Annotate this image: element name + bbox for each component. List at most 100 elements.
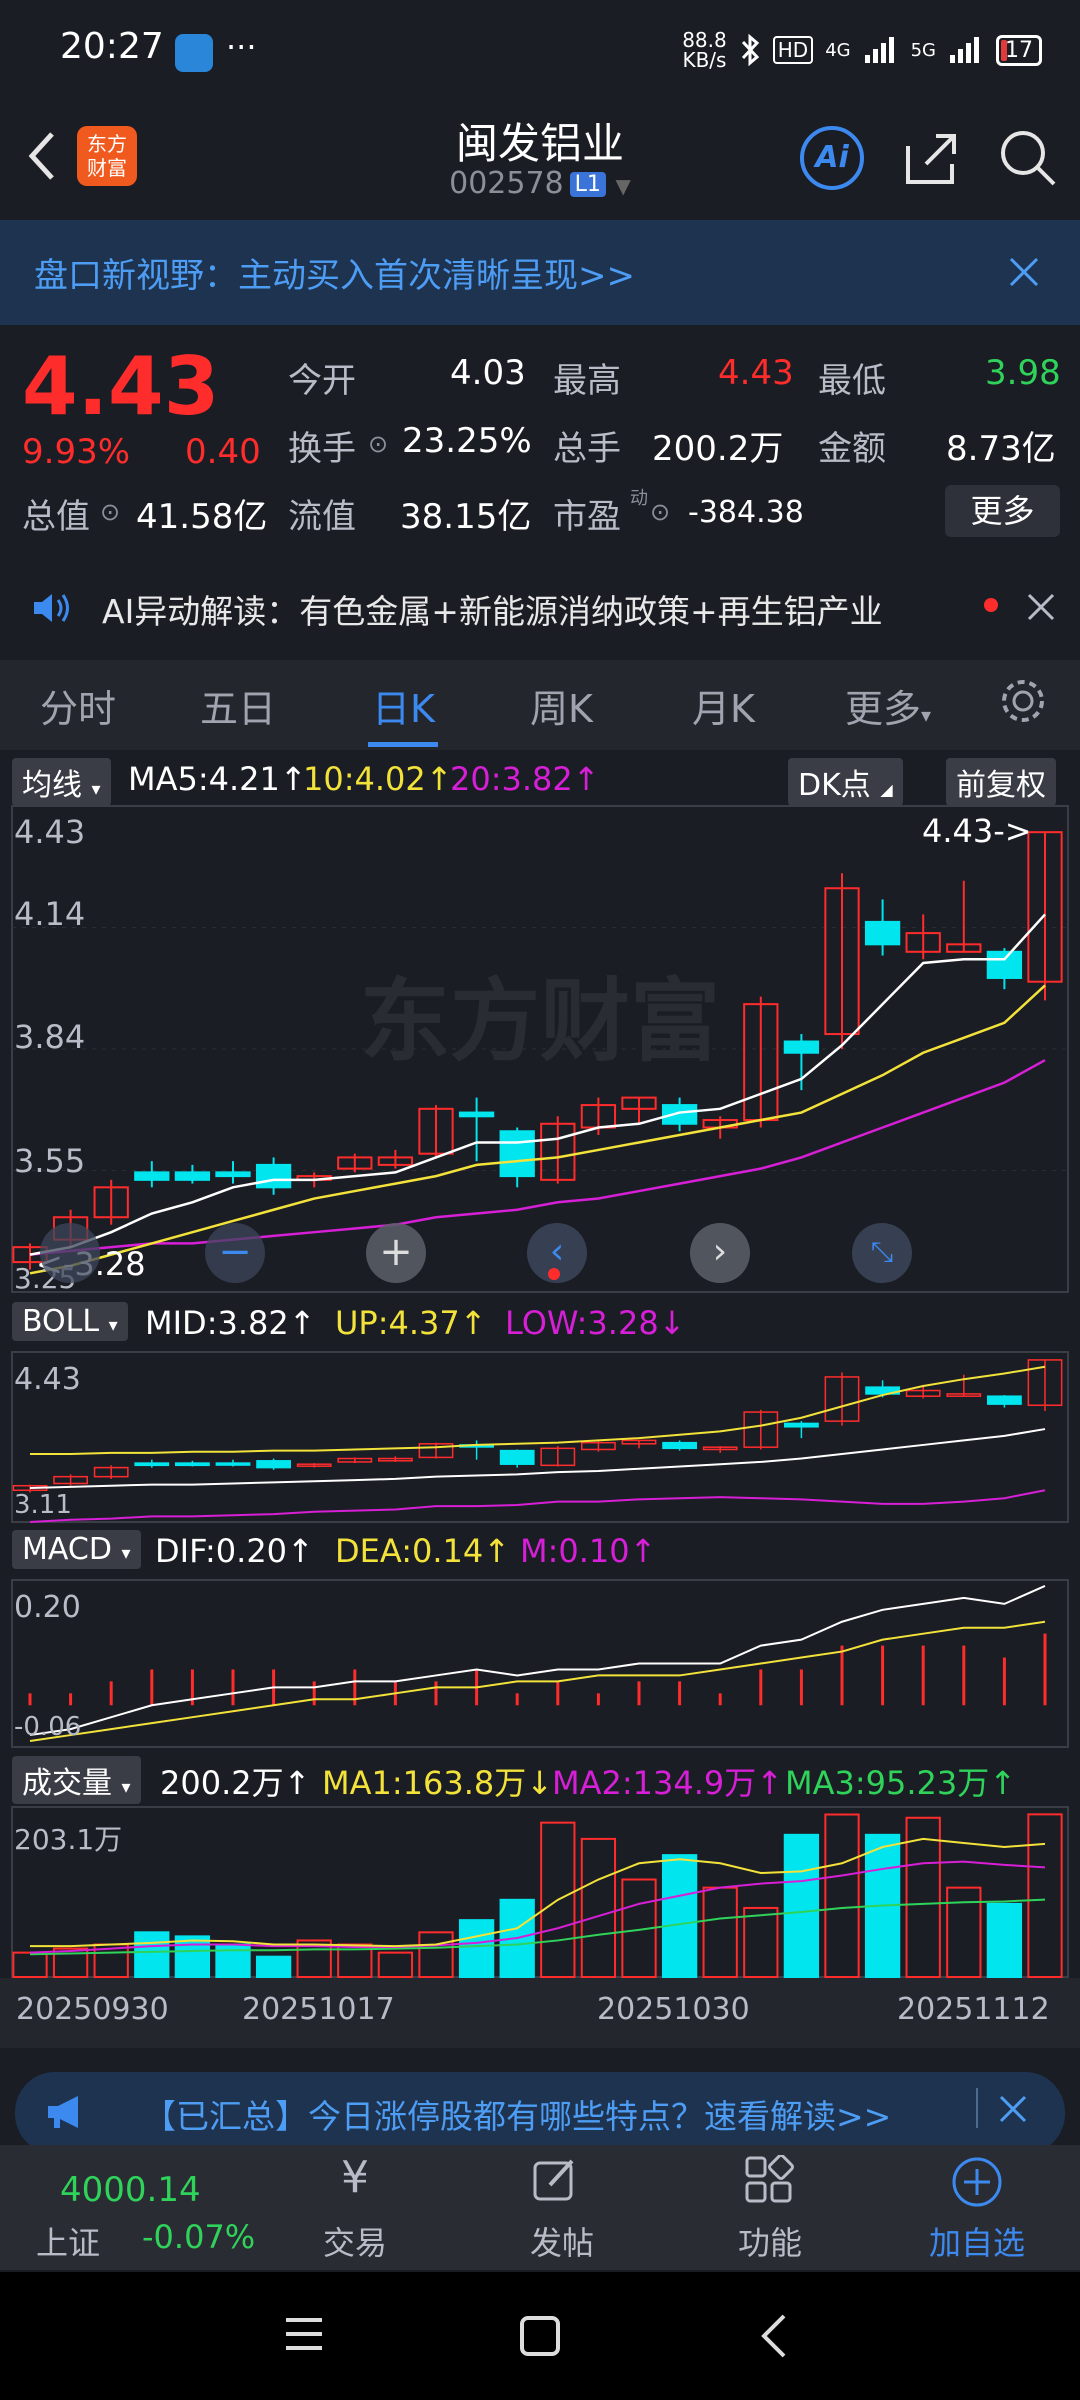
volume-bar <box>418 1931 454 1979</box>
volume-bar <box>134 1931 170 1979</box>
home-icon[interactable] <box>518 2314 562 2358</box>
tab-more-label: 更多 <box>845 687 922 731</box>
zoom-in-button[interactable]: + <box>366 1223 426 1283</box>
candle-body <box>134 1171 170 1181</box>
turnover-value: 23.25% <box>402 421 532 461</box>
zoom-out-button[interactable]: − <box>205 1223 265 1283</box>
net-speed-value: 88.8 <box>682 28 727 52</box>
kline-svg[interactable]: 东方财富 <box>0 752 1080 2052</box>
ai-insight-text[interactable]: AI异动解读：有色金属+新能源消纳政策+再生铝产业 <box>102 585 883 633</box>
volume-bar <box>824 1813 860 1978</box>
boll-low-line <box>29 1489 1046 1523</box>
y-label-top: 4.43 <box>14 813 86 851</box>
pe-value: -384.38 <box>688 495 804 530</box>
candle-body <box>215 1171 251 1178</box>
promo-banner-text[interactable]: 盘口新视野：主动买入首次清晰呈现>> <box>34 248 635 297</box>
toolbar-post[interactable]: 发帖 <box>492 2218 632 2264</box>
toolbar-function[interactable]: 功能 <box>700 2218 840 2264</box>
chevron-down-icon: ▾ <box>108 1315 118 1336</box>
boll-up-label: UP:4.37↑ <box>335 1304 487 1342</box>
date-label-3: 20251030 <box>597 1992 750 2027</box>
macd-selector[interactable]: MACD ▾ <box>12 1530 141 1569</box>
post-edit-icon[interactable] <box>530 2155 580 2205</box>
add-watchlist-icon[interactable] <box>950 2155 1004 2209</box>
scroll-left-button[interactable] <box>40 1223 100 1283</box>
function-grid-icon[interactable] <box>744 2155 794 2205</box>
menu-icon[interactable] <box>282 2314 326 2354</box>
news-banner-text[interactable]: 【已汇总】今日涨停股都有哪些特点？速看解读>> <box>143 2090 891 2138</box>
volume-bar <box>986 1902 1023 1978</box>
fullscreen-icon[interactable]: ⤡ <box>852 1223 912 1283</box>
index-name[interactable]: 上证 <box>36 2218 100 2264</box>
boll-selector-label: BOLL <box>22 1304 100 1339</box>
candle-body <box>783 1040 820 1054</box>
next-candle-button[interactable]: › <box>690 1223 750 1283</box>
volume-bar <box>580 1837 617 1979</box>
volume-selector-label: 成交量 <box>22 1766 112 1801</box>
low-value: 3.98 <box>985 353 1061 393</box>
tab-intraday[interactable]: 分时 <box>40 678 116 733</box>
open-label: 今开 <box>288 361 356 401</box>
trade-icon[interactable]: ¥ <box>285 2152 425 2203</box>
bluetooth-icon <box>741 33 759 67</box>
ai-icon[interactable]: Ai <box>800 126 864 190</box>
mktcap-label: 总值 <box>22 497 90 537</box>
info-icon[interactable]: ⊙ <box>100 498 120 526</box>
volume-bar <box>255 1955 292 1979</box>
close-icon[interactable] <box>1008 256 1040 288</box>
stock-code: 002578 <box>449 166 564 201</box>
app-notification-icon <box>175 34 213 72</box>
boll-y-bottom: 3.11 <box>14 1490 72 1520</box>
volume-value: 200.2万 <box>652 429 784 469</box>
macd-dif-label: DIF:0.20↑ <box>155 1532 314 1570</box>
info-icon[interactable]: ⊙ <box>368 430 388 458</box>
unread-dot <box>984 598 998 612</box>
watermark: 东方财富 <box>360 969 720 1074</box>
open-value: 4.03 <box>450 353 526 393</box>
macd-y-bottom: -0.06 <box>14 1712 82 1742</box>
pe-label: 市盈 <box>553 497 621 537</box>
boll-up-line <box>30 1365 1046 1455</box>
indicator-dot <box>548 1268 560 1280</box>
tab-daily-k[interactable]: 日K <box>372 678 435 733</box>
boll-candle-body <box>499 1449 535 1465</box>
close-icon[interactable] <box>1026 592 1056 622</box>
tab-monthly-k[interactable]: 月K <box>692 678 755 733</box>
net-4g-label: 4G <box>825 39 851 61</box>
boll-selector[interactable]: BOLL ▾ <box>12 1302 128 1341</box>
index-change[interactable]: -0.07% <box>142 2218 255 2256</box>
vol-y-top: 203.1万 <box>14 1823 123 1856</box>
share-icon[interactable] <box>900 126 964 190</box>
high-label: 最高 <box>553 361 621 401</box>
ma5-line <box>29 913 1046 1256</box>
chevron-down-icon: ▾ <box>121 1543 131 1564</box>
toolbar-add-watchlist[interactable]: 加自选 <box>907 2218 1047 2264</box>
date-label-2: 20251017 <box>242 1992 395 2027</box>
volume-selector[interactable]: 成交量 ▾ <box>12 1756 141 1804</box>
candle-body <box>986 950 1023 979</box>
volume-bar <box>174 1935 211 1979</box>
net-speed: 88.8 KB/s <box>682 30 727 70</box>
toolbar-trade[interactable]: 交易 <box>285 2218 425 2264</box>
tab-5day[interactable]: 五日 <box>200 678 276 733</box>
info-icon[interactable]: ⊙ <box>650 498 670 526</box>
search-icon[interactable] <box>996 126 1060 190</box>
y-label-3: 3.84 <box>14 1018 86 1056</box>
volume-bar <box>1027 1813 1063 1978</box>
chevron-down-icon: ▾ <box>121 1777 131 1798</box>
more-button[interactable]: 更多 <box>945 485 1060 537</box>
tab-weekly-k[interactable]: 周K <box>530 678 593 733</box>
pe-sup: 动 <box>630 488 648 509</box>
low-label: 最低 <box>818 361 886 401</box>
tab-more[interactable]: 更多▾ <box>845 678 931 733</box>
boll-mid-line <box>29 1428 1046 1489</box>
boll-candle-body <box>784 1422 819 1428</box>
turnover-label: 换手 <box>288 429 356 469</box>
change-percent: 9.93% <box>22 432 131 472</box>
settings-gear-icon[interactable] <box>998 676 1048 726</box>
index-value[interactable]: 4000.14 <box>60 2170 201 2210</box>
nav-back-icon[interactable] <box>756 2312 790 2360</box>
divider <box>976 2088 978 2128</box>
close-icon[interactable] <box>998 2094 1028 2124</box>
vol-ma2-label: MA2:134.9万↑ <box>552 1764 784 1802</box>
